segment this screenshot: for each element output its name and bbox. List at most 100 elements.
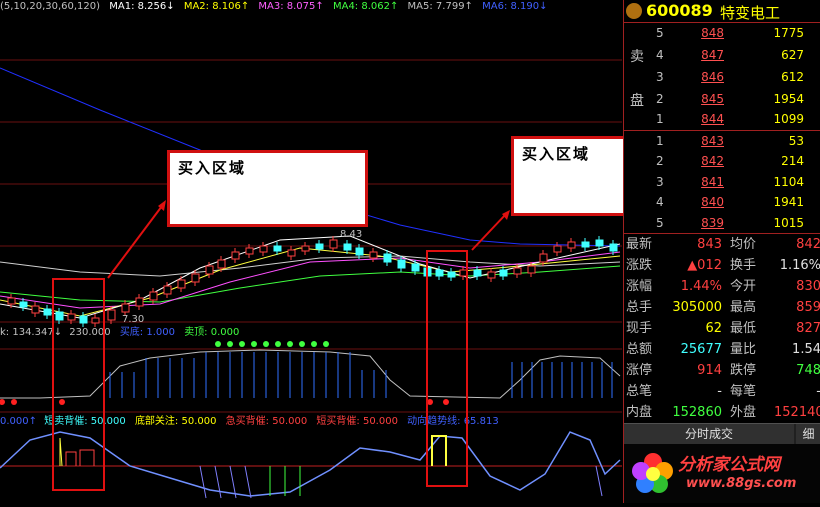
- ma1-value: MA1: 8.256↓: [109, 1, 175, 12]
- candle-body: [177, 279, 186, 289]
- candle-body: [149, 291, 158, 301]
- sell-top-dot: [263, 341, 269, 347]
- flower-logo-icon: [632, 453, 673, 493]
- stat-label: 换手: [730, 258, 757, 273]
- candle-body: [245, 247, 254, 255]
- stat-label: 总手: [626, 300, 653, 315]
- candle-body: [163, 285, 172, 295]
- stat-row: 总笔-每笔-: [624, 381, 820, 402]
- stat-label: 外盘: [730, 405, 757, 420]
- stat-row: 内盘 152860 外盘 152140: [624, 402, 820, 423]
- stat-label: 最新: [626, 237, 653, 252]
- sell-top-dot: [287, 341, 293, 347]
- candle-body: [499, 269, 508, 277]
- stat-label: 最高: [730, 300, 757, 315]
- stat-value: 914: [697, 363, 722, 378]
- ind2-bar: [595, 465, 603, 497]
- ob-price: 839: [701, 216, 724, 230]
- stat-label: 内盘: [626, 405, 653, 420]
- stock-header: 600089 特变电工: [624, 0, 820, 23]
- sell-top-dot: [227, 341, 233, 347]
- sell-row-3[interactable]: 3 846 612: [624, 66, 820, 88]
- buy-zone-box-2: [426, 250, 468, 487]
- candle-body: [315, 243, 324, 250]
- ma4-value: MA4: 8.062↑: [332, 1, 399, 12]
- candle-body: [287, 249, 296, 257]
- ob-volume: 1954: [773, 92, 804, 106]
- brand-banner: 分析家公式网 www.88gs.com: [624, 444, 820, 503]
- candle-body: [343, 243, 352, 251]
- stat-value: 842: [796, 237, 820, 252]
- callout-label: 买入区域: [178, 159, 247, 177]
- candle-body: [513, 267, 522, 275]
- candle-body: [231, 251, 240, 260]
- buy-row-3[interactable]: 3 841 1104: [624, 171, 820, 193]
- ob-price: 846: [701, 70, 724, 84]
- ind1-sell-top: 卖顶: 0.000: [184, 327, 240, 338]
- stat-row: 涨停 914 跌停 748: [624, 360, 820, 381]
- stat-label: 今开: [730, 279, 757, 294]
- ind2-bottom-focus: 底部关注: 50.000: [134, 416, 217, 427]
- sell-top-dot: [251, 341, 257, 347]
- ob-price: 843: [701, 134, 724, 148]
- stat-value: 859: [796, 300, 820, 315]
- buy-row-5[interactable]: 5 839 1015: [624, 212, 820, 234]
- sell-row-4[interactable]: 4 847 627: [624, 44, 820, 66]
- buy-row-4[interactable]: 4 840 1941: [624, 191, 820, 213]
- stat-label: 量比: [730, 342, 757, 357]
- stat-label: 跌停: [730, 363, 757, 378]
- ma3-value: MA3: 8.075↑: [258, 1, 324, 12]
- ob-index: 5: [656, 26, 664, 40]
- sell-top-dot: [311, 341, 317, 347]
- callout-arrow: [471, 213, 507, 251]
- candle-body: [121, 303, 130, 313]
- stat-value: 827: [796, 321, 820, 336]
- kline-chart[interactable]: (5,10,20,30,60,120) MA1: 8.256↓ MA2: 8.1…: [0, 0, 687, 503]
- stat-row: 最新 843 均价 842: [624, 234, 820, 255]
- ob-price: 844: [701, 112, 724, 126]
- sell-row-1[interactable]: 1 844 1099: [624, 108, 820, 130]
- stat-label: 总笔: [626, 384, 653, 399]
- ob-index: 4: [656, 195, 664, 209]
- ob-volume: 53: [788, 134, 804, 148]
- stat-row: 总额 25677 量比 1.54: [624, 339, 820, 360]
- candle-body: [553, 245, 562, 253]
- candle-body: [487, 271, 496, 279]
- ob-volume: 1099: [773, 112, 804, 126]
- candle-body: [43, 308, 52, 316]
- buy-row-2[interactable]: 2 842 214: [624, 150, 820, 172]
- sell-row-2[interactable]: 2 845 1954: [624, 88, 820, 110]
- stock-code: 600089: [646, 1, 713, 20]
- ob-index: 1: [656, 134, 664, 148]
- stat-value: 305000: [672, 300, 722, 315]
- callout-label: 买入区域: [522, 145, 591, 163]
- buy-row-1[interactable]: 1 843 53: [624, 130, 820, 152]
- stat-value: 830: [796, 279, 820, 294]
- high-price-label: 8.43: [340, 229, 363, 240]
- ob-price: 845: [701, 92, 724, 106]
- ind2-v0: 0.000↑: [0, 416, 38, 427]
- callout-arrow: [107, 205, 163, 279]
- tab-tick-trades[interactable]: 分时成交: [624, 424, 794, 444]
- stat-value: 748: [796, 363, 820, 378]
- sell-row-5[interactable]: 5 848 1775: [624, 22, 820, 44]
- stat-label: 均价: [730, 237, 757, 252]
- brand-name: 分析家公式网: [678, 455, 780, 475]
- ma-header: (5,10,20,30,60,120) MA1: 8.256↓ MA2: 8.1…: [0, 0, 622, 14]
- stat-label: 最低: [730, 321, 757, 336]
- stat-value: -: [717, 384, 722, 399]
- candle-body: [581, 241, 590, 248]
- candle-body: [369, 251, 378, 259]
- ob-price: 847: [701, 48, 724, 62]
- tab-detail[interactable]: 细: [796, 424, 820, 444]
- ind2-bar: [199, 465, 207, 499]
- candle-body: [259, 245, 268, 253]
- sell-top-dot: [239, 341, 245, 347]
- candle-body: [595, 239, 604, 247]
- quote-panel: 600089 特变电工 卖 盘 5 848 1775 4 847 627 3 846 612…: [623, 0, 820, 503]
- stat-row: 总手 305000 最高 859: [624, 297, 820, 318]
- candle-body: [205, 265, 214, 275]
- stat-row: 涨幅 1.44% 今开 830: [624, 276, 820, 297]
- ob-price: 840: [701, 195, 724, 209]
- ind2-bar: [244, 465, 252, 499]
